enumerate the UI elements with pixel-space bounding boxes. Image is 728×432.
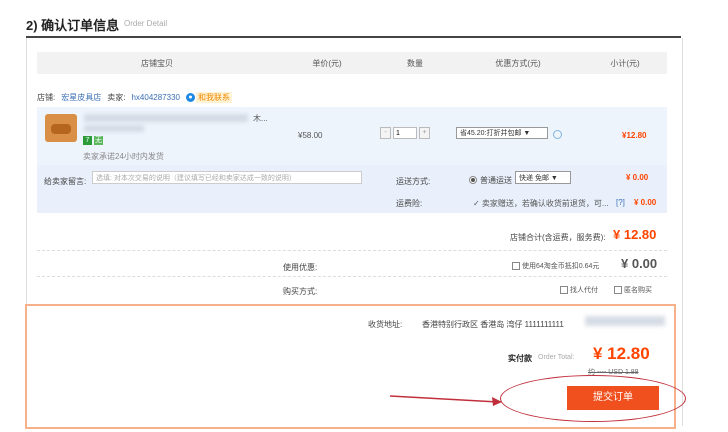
seller-label: 卖家: <box>107 93 126 102</box>
proxy-pay-checkbox[interactable] <box>560 286 568 294</box>
payment-amount: ¥ 12.80 <box>593 344 650 363</box>
item-title-suffix: 木... <box>253 114 268 123</box>
ship-promise: 卖家承诺24小时内发货 <box>83 152 164 161</box>
pointer-arrow-icon <box>390 395 502 406</box>
divider <box>37 250 667 251</box>
wangwang-contact[interactable]: ● 和我联系 <box>185 92 232 103</box>
col-subtotal: 小计(元) <box>610 58 640 68</box>
seller-id-link[interactable]: hx404287330 <box>131 93 180 102</box>
promo-select[interactable]: 省45.20:打折并包邮 ▼ <box>456 127 548 139</box>
insurance-fee: ¥ 0.00 <box>634 198 657 207</box>
shipping-fee: ¥ 0.00 <box>626 173 649 182</box>
proxy-pay-label: 找人代付 <box>570 287 598 294</box>
insurance-label: 运费险: <box>396 199 423 208</box>
item-subtotal: ¥12.80 <box>622 131 647 140</box>
store-total-value: ¥ 12.80 <box>613 227 657 242</box>
qty-minus-button[interactable]: - <box>380 127 391 139</box>
unit-price: ¥58.00 <box>298 131 323 140</box>
quantity-stepper: - + <box>380 127 430 139</box>
service-tag-icon: 无 <box>94 136 103 145</box>
coupon-label: 使用优惠: <box>283 263 318 272</box>
promo-info-icon[interactable] <box>553 130 562 139</box>
item-thumbnail[interactable] <box>45 114 77 142</box>
wangwang-label: 和我联系 <box>195 92 232 103</box>
table-header: 店铺宝贝 单价(元) 数量 优惠方式(元) 小计(元) <box>37 52 667 74</box>
address-blurred <box>585 316 665 326</box>
quantity-input[interactable] <box>393 127 417 139</box>
address-label: 收货地址: <box>368 320 403 329</box>
coupon-checkbox[interactable] <box>512 262 520 270</box>
insurance-text: ✓ 卖家赠送，若确认收货前退货，可... <box>473 199 609 208</box>
col-item: 店铺宝贝 <box>141 58 173 68</box>
anonymous-checkbox[interactable] <box>614 286 622 294</box>
qty-plus-button[interactable]: + <box>419 127 430 139</box>
store-label: 店铺: <box>37 93 56 102</box>
shipping-radio[interactable] <box>469 176 477 184</box>
item-title-blurred[interactable] <box>84 114 248 122</box>
page-title: 2) 确认订单信息 <box>26 18 120 33</box>
seller-message-input[interactable]: 选填: 对本次交易的说明（建议填写已经和卖家达成一致的说明） <box>92 171 362 184</box>
col-promo: 优惠方式(元) <box>495 58 541 68</box>
highlight-oval <box>500 375 686 422</box>
shipping-select[interactable]: 快递 免邮 ▼ <box>515 171 571 184</box>
shipping-option: 普通运送 <box>480 176 512 185</box>
coupon-value: ¥ 0.00 <box>621 256 658 271</box>
seven-day-return-icon: 7 <box>83 136 92 145</box>
store-name-link[interactable]: 宏星皮具店 <box>61 92 101 103</box>
payment-label: 实付款 <box>508 354 532 363</box>
col-price: 单价(元) <box>312 58 342 68</box>
col-quantity: 数量 <box>407 58 423 68</box>
divider <box>37 276 667 277</box>
purchase-label: 购买方式: <box>283 287 318 296</box>
page-subtitle: Order Detail <box>124 19 168 28</box>
wangwang-icon: ● <box>185 93 195 102</box>
message-label: 给卖家留言: <box>44 177 87 186</box>
store-info: 店铺: 宏星皮具店 卖家: hx404287330 ● 和我联系 <box>37 92 232 103</box>
anonymous-label: 匿名购买 <box>624 287 652 294</box>
shipping-label: 运送方式: <box>396 177 431 186</box>
address-value: 香港特别行政区 香港岛 湾仔 1111111111 <box>422 320 564 329</box>
coupon-option: 使用64淘金币抵扣0.64元 <box>522 263 600 270</box>
payment-sub: Order Total: <box>538 354 575 361</box>
insurance-help-link[interactable]: [?] <box>616 198 625 207</box>
item-attrs-blurred <box>84 125 144 132</box>
store-total-label: 店铺合计(含运费，服务费): <box>510 233 606 242</box>
